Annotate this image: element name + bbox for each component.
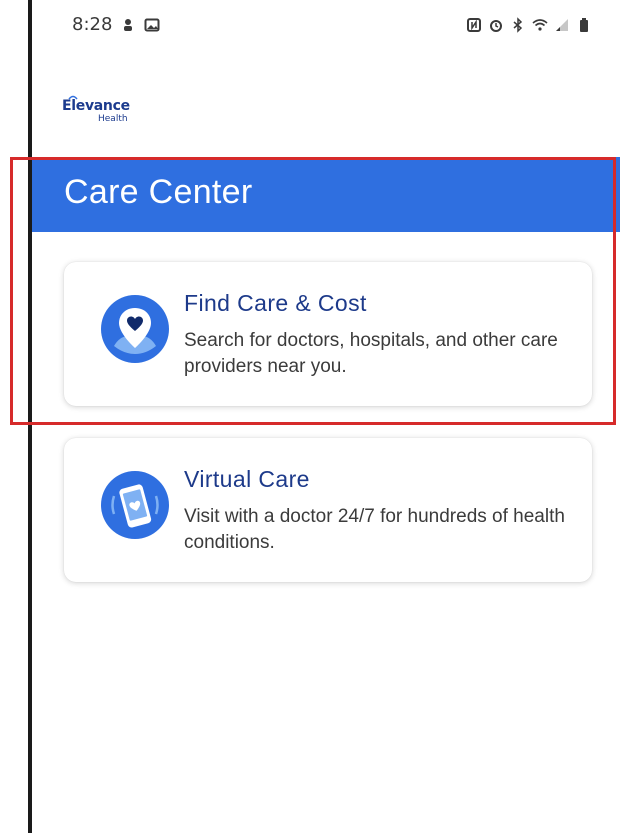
status-left-icons (120, 17, 160, 33)
card-description: Search for doctors, hospitals, and other… (184, 330, 558, 377)
bluetooth-icon (513, 17, 523, 33)
app-screen: 8:28 Elevance Health Care Center Find Ca… (32, 0, 620, 833)
virtual-care-card[interactable]: Virtual Care Visit with a doctor 24/7 fo… (64, 438, 592, 582)
phone-heart-icon (101, 471, 169, 539)
battery-icon (580, 18, 588, 32)
notification-icon (124, 19, 132, 31)
care-center-header: Care Center (32, 157, 620, 232)
signal-icon (556, 19, 568, 31)
elevance-health-logo: Elevance Health (62, 94, 142, 130)
location-heart-icon (101, 295, 169, 363)
wifi-icon (532, 19, 548, 31)
alarm-icon (490, 20, 502, 32)
status-right-icons (466, 17, 592, 33)
logo-subtext: Health (98, 114, 128, 124)
card-title: Virtual Care (184, 466, 310, 492)
status-bar: 8:28 (32, 0, 620, 56)
gallery-icon (144, 18, 160, 32)
logo-wordmark: Elevance (62, 98, 130, 114)
card-title: Find Care & Cost (184, 290, 367, 316)
status-time: 8:28 (72, 14, 113, 35)
find-care-cost-card[interactable]: Find Care & Cost Search for doctors, hos… (64, 262, 592, 406)
nfc-icon (467, 18, 481, 32)
page-title: Care Center (64, 173, 253, 211)
card-description: Visit with a doctor 24/7 for hundreds of… (184, 506, 565, 553)
